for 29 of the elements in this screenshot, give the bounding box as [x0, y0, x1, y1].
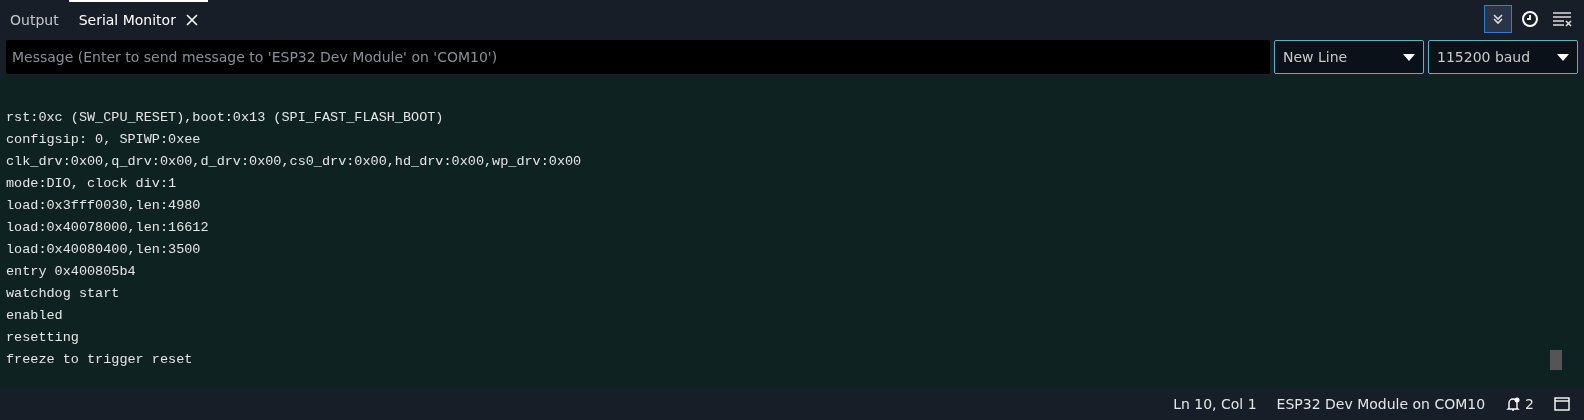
dropdown-caret-icon [1557, 53, 1569, 61]
clock-icon [1521, 10, 1539, 28]
clear-list-icon [1552, 11, 1572, 27]
panel-icon[interactable] [1554, 397, 1570, 411]
output-line: configsip: 0, SPIWP:0xee [6, 131, 201, 149]
output-line: mode:DIO, clock div:1 [6, 175, 177, 193]
output-line: load:0x40078000,len:16612 [6, 219, 209, 237]
output-line: resetting [6, 329, 79, 347]
autoscroll-toggle[interactable] [1484, 5, 1512, 33]
output-line: load:0x40080400,len:3500 [6, 241, 201, 259]
output-line: load:0x3fff0030,len:4980 [6, 197, 201, 215]
dropdown-caret-icon [1403, 53, 1415, 61]
output-line: rst:0xc (SW_CPU_RESET),boot:0x13 (SPI_FAST_FLASH_BOOT) [6, 109, 444, 127]
output-line: entry 0x400805b4 [6, 263, 136, 281]
notifications[interactable]: 2 [1505, 393, 1534, 415]
scrollbar-thumb[interactable] [1550, 350, 1562, 370]
message-field[interactable]: Message (Enter to send message to 'ESP32 Dev Module' on 'COM10') [6, 40, 1270, 74]
output-line: clk_drv:0x00,q_drv:0x00,d_drv:0x00,cs0_drv:0x00,hd_drv:0x00,wp_drv:0x00 [6, 153, 582, 171]
board-port[interactable]: ESP32 Dev Module on COM10 [1276, 393, 1486, 415]
output-line: freeze to trigger reset [6, 351, 193, 369]
bell-icon [1505, 396, 1522, 412]
close-icon[interactable] [185, 14, 198, 26]
output-line: enabled [6, 307, 63, 325]
line-ending-dropdown[interactable]: New Line [1274, 40, 1424, 74]
baud-rate-dropdown[interactable]: 115200 baud [1428, 40, 1578, 74]
cursor-position[interactable]: Ln 10, Col 1 [1173, 393, 1257, 415]
double-chevron-down-icon [1492, 13, 1504, 25]
output-line: watchdog start [6, 285, 120, 303]
tab[interactable]: Output [0, 0, 69, 38]
